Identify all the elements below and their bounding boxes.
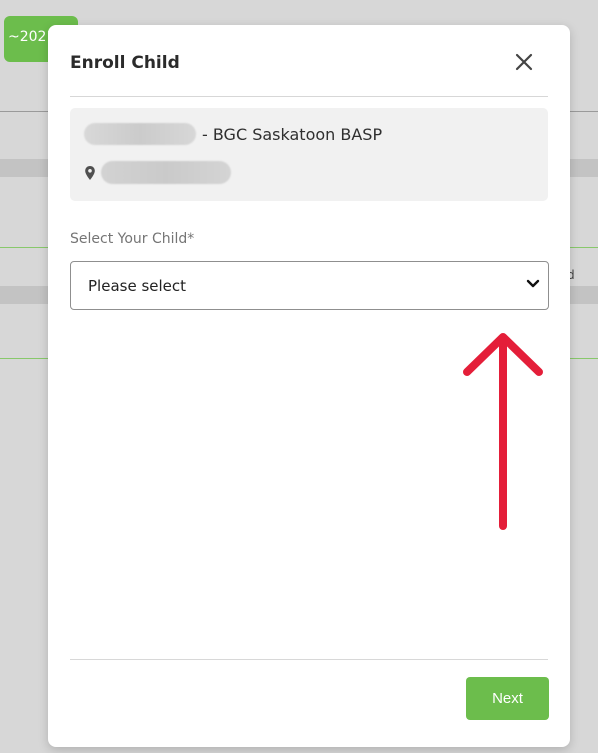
program-name-row: - BGC Saskatoon BASP [84, 123, 382, 145]
child-select[interactable]: Please select [70, 261, 549, 310]
redacted-text [84, 123, 196, 145]
enroll-child-modal: Enroll Child - BGC Saskatoon BASP Select… [48, 25, 570, 747]
modal-title: Enroll Child [70, 53, 180, 73]
program-location-row [84, 161, 231, 184]
location-pin-icon [84, 165, 96, 181]
chevron-down-icon [526, 279, 540, 289]
program-name: - BGC Saskatoon BASP [202, 124, 383, 144]
footer-divider [70, 659, 548, 660]
close-icon [515, 53, 533, 71]
title-divider [70, 96, 548, 97]
next-button[interactable]: Next [466, 677, 549, 720]
child-select-value: Please select [88, 277, 187, 295]
redacted-location [101, 161, 231, 184]
program-card: - BGC Saskatoon BASP [70, 108, 548, 201]
close-button[interactable] [514, 52, 534, 74]
select-child-label: Select Your Child* [70, 231, 195, 247]
